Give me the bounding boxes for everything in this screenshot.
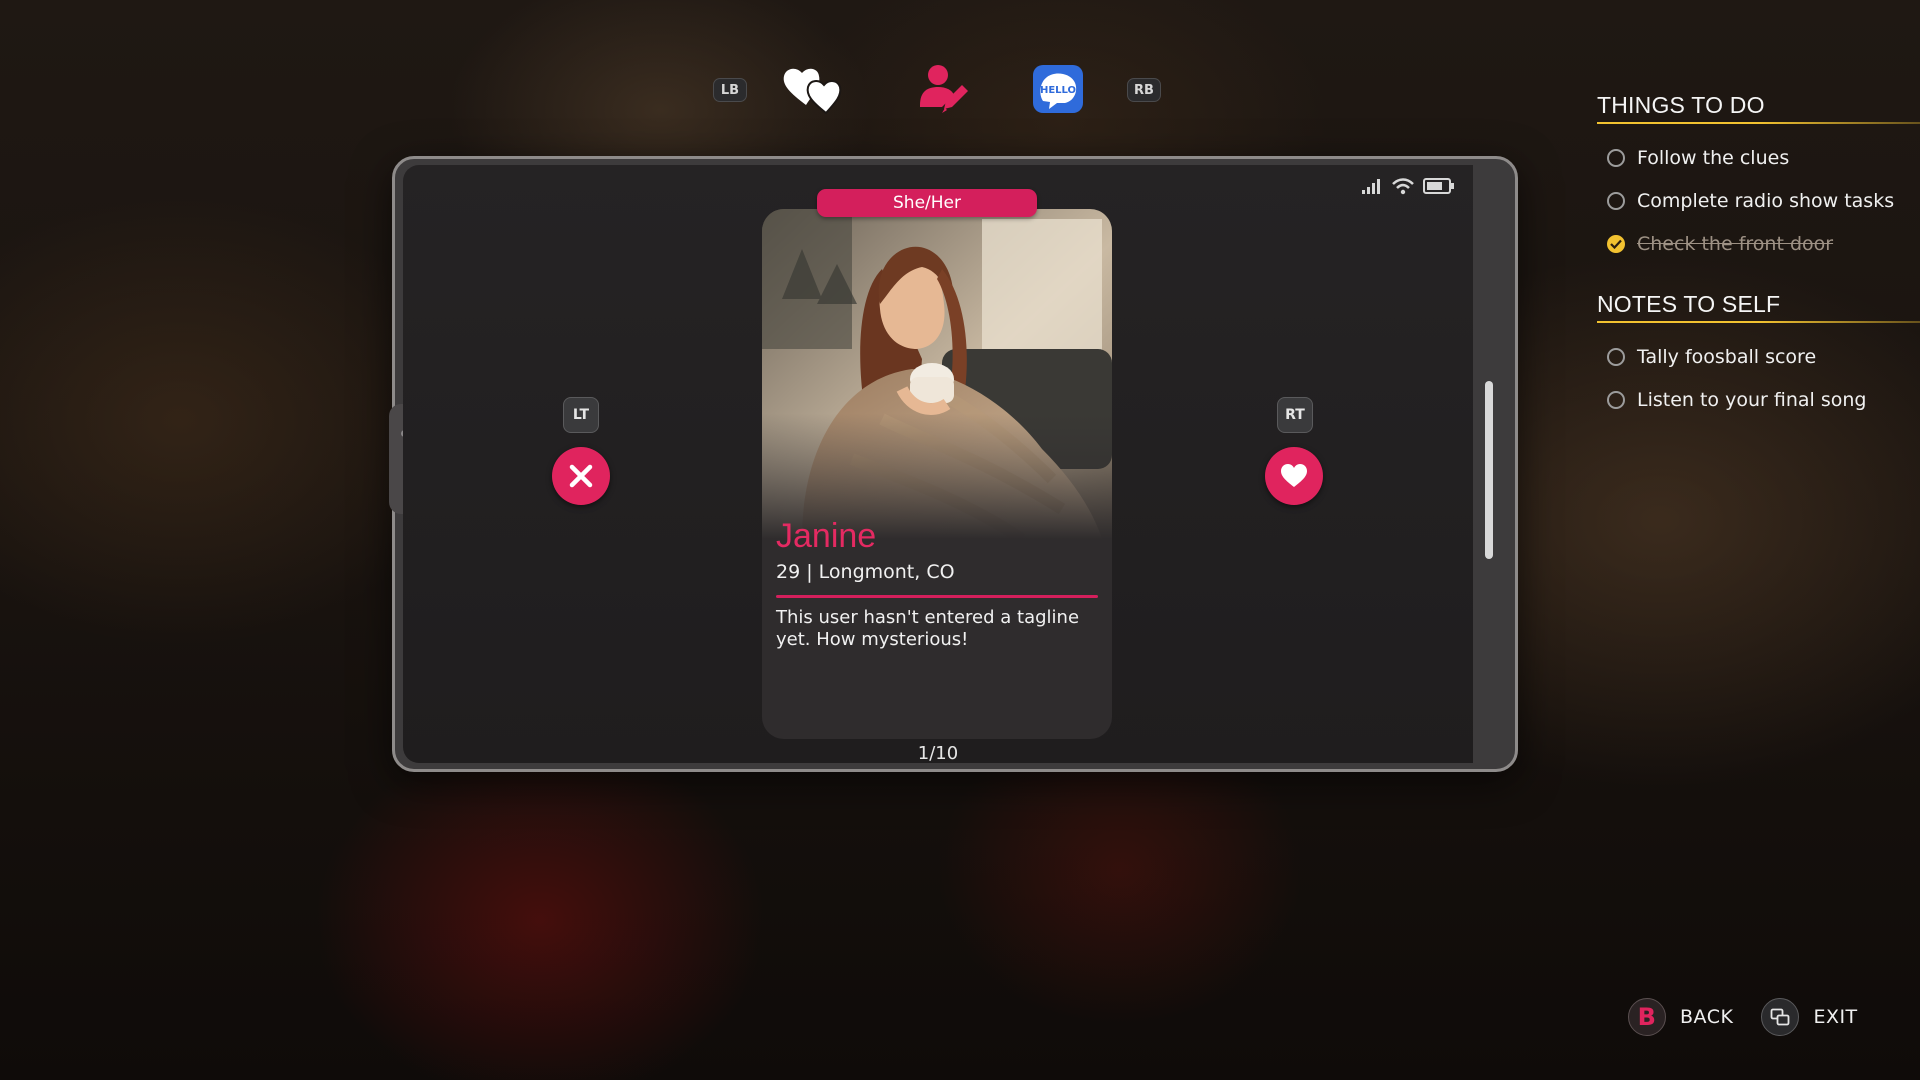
phone-screen: LT RT Janine 29 | Longmont, CO This user… bbox=[403, 165, 1473, 763]
b-button-icon: B bbox=[1628, 998, 1666, 1036]
note-item: Tally foosball score bbox=[1607, 335, 1920, 378]
checkmark-icon bbox=[1607, 234, 1625, 253]
profile-card[interactable]: Janine 29 | Longmont, CO This user hasn'… bbox=[762, 209, 1112, 739]
back-label: BACK bbox=[1680, 1006, 1734, 1028]
task-item: Follow the clues bbox=[1607, 136, 1920, 179]
profile-name: Janine bbox=[776, 517, 877, 555]
profile-photo bbox=[762, 209, 1112, 539]
dislike-button[interactable] bbox=[552, 447, 610, 505]
pronoun-tag: She/Her bbox=[817, 189, 1037, 217]
note-item: Listen to your final song bbox=[1607, 378, 1920, 421]
task-label: Complete radio show tasks bbox=[1637, 189, 1895, 212]
profile-tagline: This user hasn't entered a tagline yet. … bbox=[776, 607, 1080, 650]
unchecked-circle-icon bbox=[1607, 148, 1625, 167]
like-button[interactable] bbox=[1265, 447, 1323, 505]
profile-edit-tab[interactable] bbox=[906, 58, 978, 120]
hello-text: HELLO bbox=[1040, 85, 1076, 96]
unchecked-circle-icon bbox=[1607, 191, 1625, 210]
unchecked-circle-icon bbox=[1607, 390, 1625, 409]
view-button-icon bbox=[1761, 998, 1800, 1036]
task-item: Check the front door bbox=[1607, 222, 1920, 265]
hearts-tab[interactable] bbox=[780, 58, 852, 120]
exit-control[interactable]: EXIT bbox=[1761, 998, 1857, 1036]
hello-chat-tab[interactable]: HELLO bbox=[1022, 58, 1094, 120]
task-label: Follow the clues bbox=[1637, 146, 1790, 169]
signal-icon bbox=[1362, 179, 1380, 194]
unchecked-circle-icon bbox=[1607, 347, 1625, 366]
footer-controls: B BACK EXIT bbox=[1628, 998, 1858, 1036]
lb-bumper[interactable]: LB bbox=[713, 78, 747, 102]
card-divider bbox=[776, 595, 1098, 598]
close-icon bbox=[569, 464, 593, 488]
phone-device: LT RT Janine 29 | Longmont, CO This user… bbox=[389, 156, 1518, 772]
wifi-icon bbox=[1392, 178, 1414, 195]
task-item: Complete radio show tasks bbox=[1607, 179, 1920, 222]
objectives-panel: THINGS TO DO Follow the clues Complete r… bbox=[1597, 92, 1920, 421]
hearts-icon bbox=[783, 68, 842, 115]
note-label: Tally foosball score bbox=[1637, 345, 1817, 368]
exit-label: EXIT bbox=[1813, 1006, 1858, 1028]
heart-icon bbox=[1281, 464, 1307, 487]
profile-age-location: 29 | Longmont, CO bbox=[776, 561, 955, 583]
profile-edit-icon bbox=[920, 65, 968, 113]
rb-bumper[interactable]: RB bbox=[1127, 78, 1161, 102]
task-label: Check the front door bbox=[1637, 232, 1834, 255]
rt-trigger[interactable]: RT bbox=[1277, 397, 1313, 433]
notes-to-self-title: NOTES TO SELF bbox=[1597, 291, 1781, 317]
lt-trigger[interactable]: LT bbox=[563, 397, 599, 433]
status-bar bbox=[1361, 177, 1455, 195]
back-control[interactable]: B BACK bbox=[1628, 998, 1733, 1036]
hello-chat-icon: HELLO bbox=[1033, 65, 1083, 113]
phone-scrollbar[interactable] bbox=[1485, 381, 1493, 559]
things-to-do-title: THINGS TO DO bbox=[1597, 92, 1765, 118]
note-label: Listen to your final song bbox=[1637, 388, 1867, 411]
battery-icon bbox=[1423, 178, 1454, 194]
profile-counter: 1/10 bbox=[917, 743, 959, 763]
